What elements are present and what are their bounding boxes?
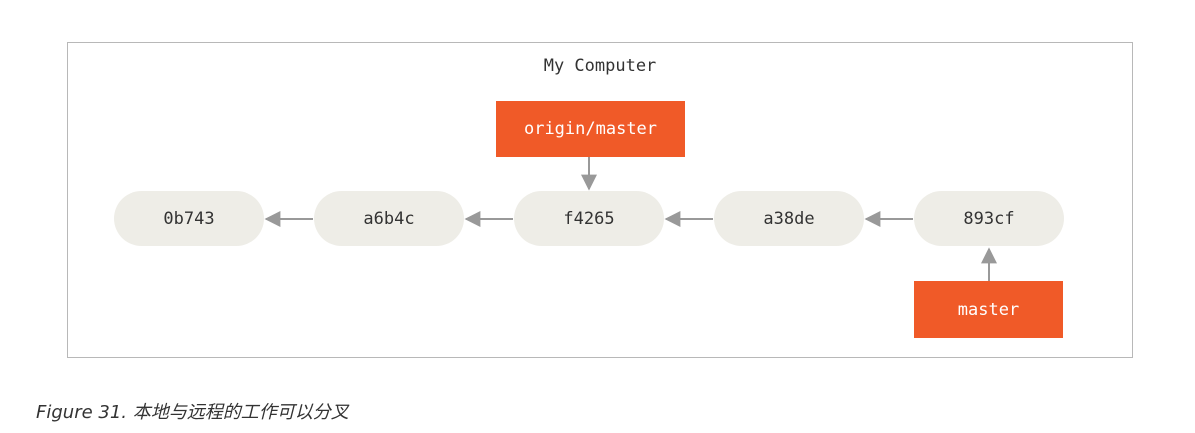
commit-node-0b743: 0b743 bbox=[114, 191, 264, 246]
branch-origin-master: origin/master bbox=[496, 101, 685, 157]
commit-node-a6b4c: a6b4c bbox=[314, 191, 464, 246]
commit-node-f4265: f4265 bbox=[514, 191, 664, 246]
commit-node-893cf: 893cf bbox=[914, 191, 1064, 246]
figure-caption: Figure 31. 本地与远程的工作可以分叉 bbox=[36, 398, 349, 424]
branch-master: master bbox=[914, 281, 1063, 338]
figure-caption-label: Figure 31. bbox=[36, 402, 128, 423]
figure-caption-text: 本地与远程的工作可以分叉 bbox=[127, 402, 349, 423]
commit-node-a38de: a38de bbox=[714, 191, 864, 246]
